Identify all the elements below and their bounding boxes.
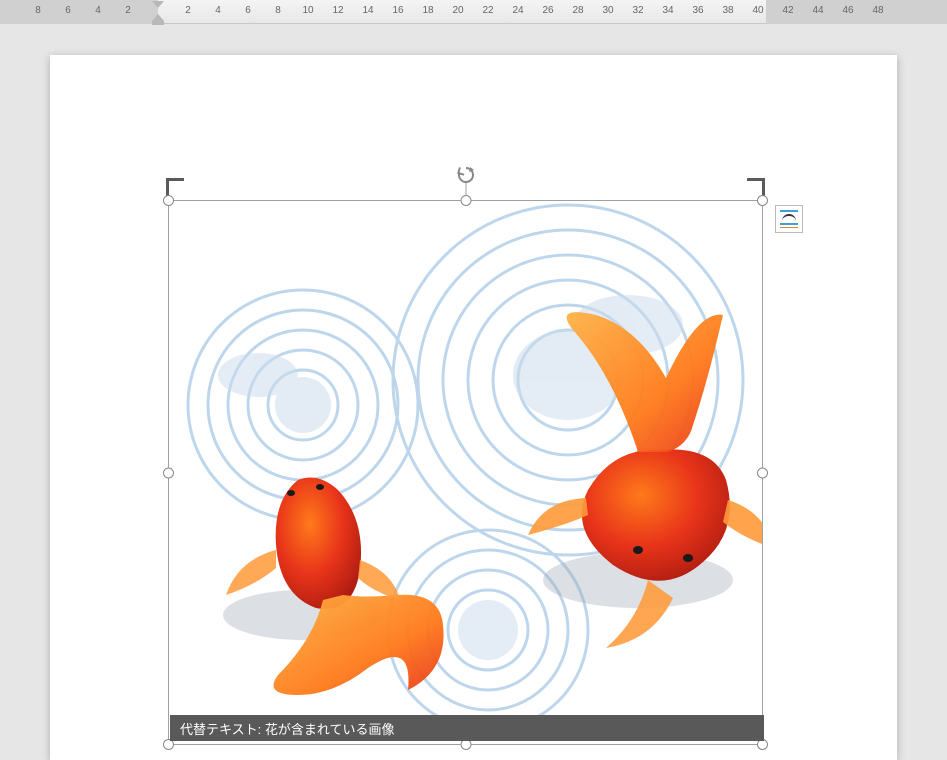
resize-handle-n[interactable]	[460, 195, 471, 206]
hanging-indent-marker[interactable]	[152, 14, 164, 21]
ruler-tick: 16	[392, 5, 403, 16]
ruler-tick: 8	[275, 5, 281, 16]
ruler-tick: 2	[185, 5, 191, 16]
ruler-tick: 8	[35, 5, 41, 16]
ruler-tick: 6	[65, 5, 71, 16]
alt-text-bar[interactable]: 代替テキスト: 花が含まれている画像	[170, 715, 764, 741]
resize-handle-e[interactable]	[757, 467, 768, 478]
image-selection-frame[interactable]	[168, 200, 763, 745]
ruler-tick: 44	[812, 5, 823, 16]
ruler-tick: 36	[692, 5, 703, 16]
first-line-indent-marker[interactable]	[152, 1, 164, 8]
ruler-tick: 38	[722, 5, 733, 16]
ruler-tick: 20	[452, 5, 463, 16]
ruler-tick: 18	[422, 5, 433, 16]
crop-mark-top-right	[747, 178, 765, 196]
ruler-tick: 46	[842, 5, 853, 16]
left-indent-marker[interactable]	[152, 21, 164, 25]
layout-options-icon	[780, 210, 798, 212]
layout-options-button[interactable]	[775, 205, 803, 233]
ruler-tick: 40	[752, 5, 763, 16]
resize-handle-nw[interactable]	[163, 195, 174, 206]
ruler-tick: 26	[542, 5, 553, 16]
resize-handle-ne[interactable]	[757, 195, 768, 206]
ruler-tick: 4	[95, 5, 101, 16]
resize-handle-w[interactable]	[163, 467, 174, 478]
ruler-tick: 22	[482, 5, 493, 16]
ruler-tick: 2	[125, 5, 131, 16]
ruler-tick: 10	[302, 5, 313, 16]
rotation-handle[interactable]	[456, 165, 476, 190]
ruler-tick: 28	[572, 5, 583, 16]
horizontal-ruler[interactable]: 8642246810121416182022242628303234363840…	[0, 0, 947, 24]
alt-text-label: 代替テキスト: 花が含まれている画像	[180, 719, 394, 738]
ruler-tick: 42	[782, 5, 793, 16]
ruler-tick: 32	[632, 5, 643, 16]
ruler-tick: 24	[512, 5, 523, 16]
ruler-left-margin	[0, 0, 158, 24]
ruler-tick: 34	[662, 5, 673, 16]
ruler-tick: 14	[362, 5, 373, 16]
ruler-tick: 48	[872, 5, 883, 16]
crop-mark-top-left	[166, 178, 184, 196]
rotate-icon	[456, 165, 476, 185]
ruler-tick: 6	[245, 5, 251, 16]
ruler-tick: 30	[602, 5, 613, 16]
ruler-tick: 12	[332, 5, 343, 16]
ruler-tick: 4	[215, 5, 221, 16]
